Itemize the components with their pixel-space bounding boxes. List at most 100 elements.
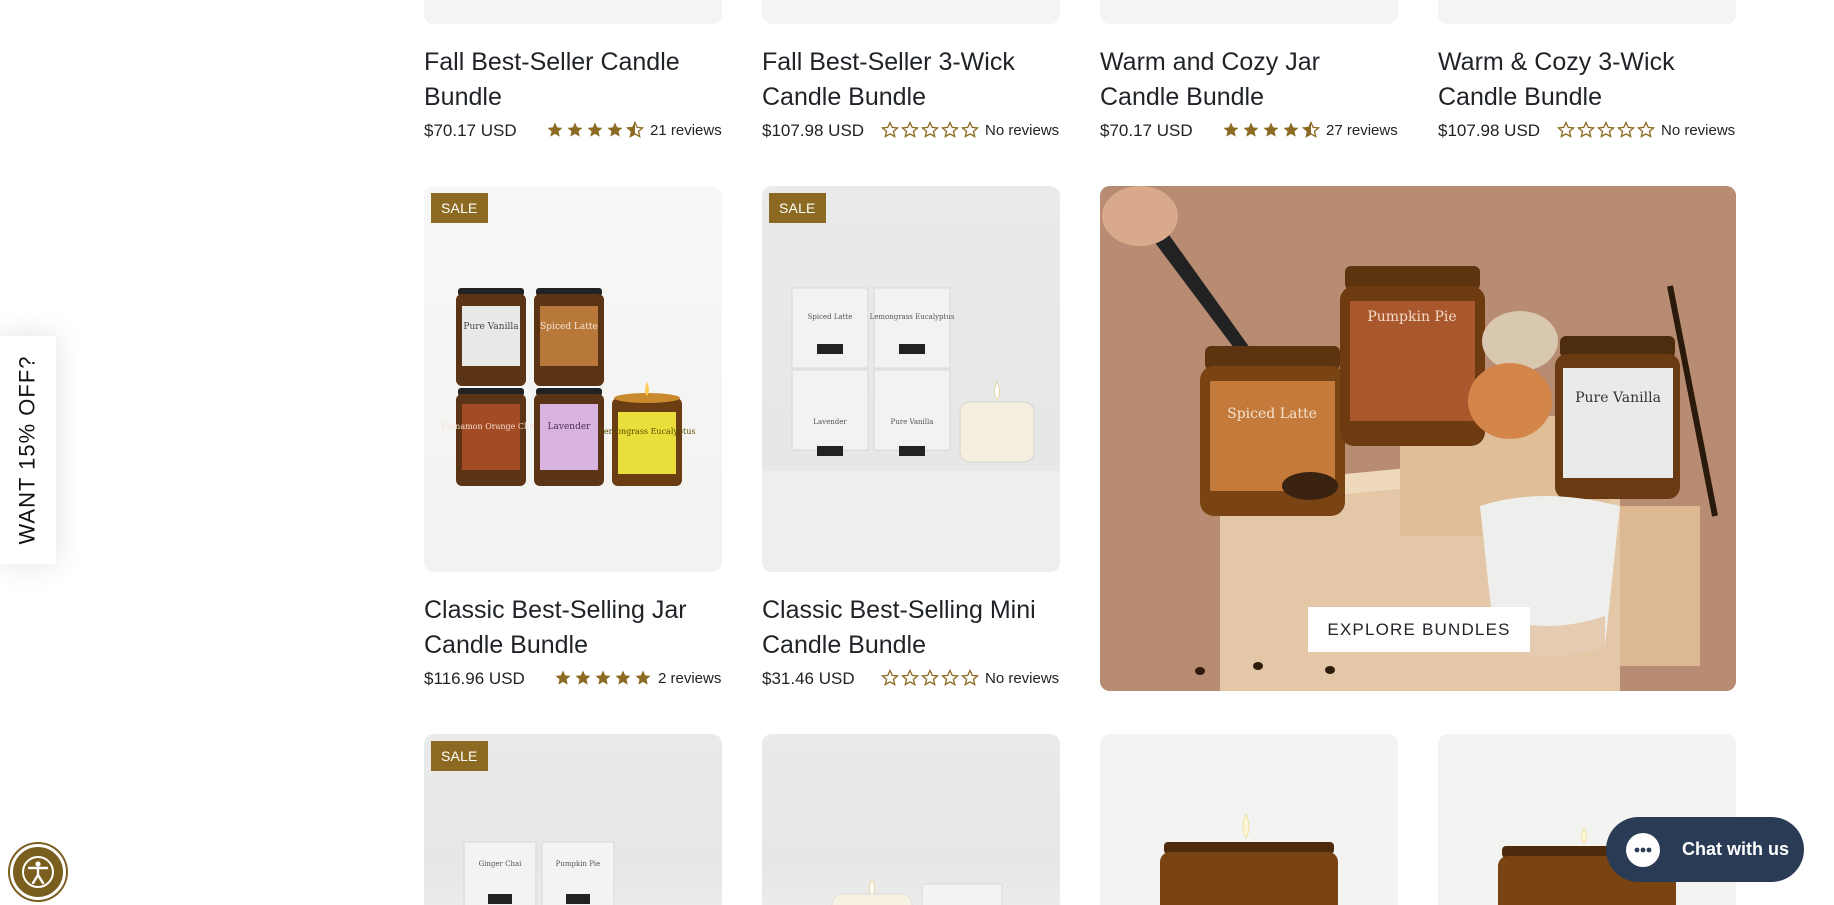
star-icon bbox=[615, 670, 631, 685]
stars bbox=[1557, 121, 1655, 139]
product-title-line: Candle Bundle bbox=[762, 83, 927, 111]
star-rating[interactable]: No reviews bbox=[881, 669, 1059, 687]
star-icon bbox=[901, 121, 919, 138]
star-icon bbox=[607, 122, 623, 137]
mini-candle-illustration bbox=[831, 877, 1003, 905]
product-title[interactable]: Fall Best-Seller Candle Bundle bbox=[424, 45, 680, 115]
explore-bundles-button[interactable]: EXPLORE BUNDLES bbox=[1308, 607, 1530, 652]
star-icon bbox=[881, 121, 899, 138]
svg-text:Pure Vanilla: Pure Vanilla bbox=[463, 322, 519, 332]
product-image-partial[interactable] bbox=[1100, 0, 1398, 24]
review-count: No reviews bbox=[985, 121, 1060, 139]
sale-badge: SALE bbox=[431, 741, 488, 771]
product-image-partial[interactable] bbox=[1438, 0, 1736, 24]
svg-text:Pure Vanilla: Pure Vanilla bbox=[1575, 390, 1661, 406]
mini-candle-boxes-illustration: Spiced Latte Lemongrass Eucalyptus Laven… bbox=[762, 287, 1060, 572]
stars bbox=[1222, 121, 1320, 139]
product-title-line: Candle Bundle bbox=[1100, 83, 1265, 111]
stars bbox=[881, 121, 979, 139]
review-count: 27 reviews bbox=[1326, 121, 1398, 139]
star-icon bbox=[1557, 121, 1575, 138]
product-title[interactable]: Warm & Cozy 3-Wick Candle Bundle bbox=[1438, 45, 1675, 115]
review-count: No reviews bbox=[985, 669, 1060, 687]
star-rating[interactable]: 27 reviews bbox=[1222, 121, 1398, 139]
product-title-line: Fall Best-Seller 3-Wick bbox=[762, 48, 1015, 76]
star-icon bbox=[921, 121, 939, 138]
svg-text:Pumpkin Pie: Pumpkin Pie bbox=[556, 860, 601, 868]
svg-text:Lavender: Lavender bbox=[813, 418, 847, 426]
star-rating[interactable]: 2 reviews bbox=[554, 669, 721, 687]
svg-text:Lavender: Lavender bbox=[548, 422, 592, 432]
chat-bubble-icon bbox=[1626, 832, 1660, 867]
product-price: $116.96 USD bbox=[424, 669, 525, 688]
star-rating[interactable]: No reviews bbox=[881, 121, 1059, 139]
review-count: No reviews bbox=[1661, 121, 1736, 139]
star-icon bbox=[567, 122, 583, 137]
product-image[interactable]: Ginger Chai Pumpkin Pie SALE bbox=[424, 734, 722, 905]
product-title[interactable]: Warm and Cozy Jar Candle Bundle bbox=[1100, 45, 1320, 115]
star-icon bbox=[1223, 122, 1239, 137]
product-title-line: Classic Best-Selling Mini bbox=[762, 596, 1036, 624]
star-icon bbox=[1243, 122, 1259, 137]
product-title-line: Candle Bundle bbox=[762, 631, 927, 659]
svg-text:Spiced Latte: Spiced Latte bbox=[1227, 406, 1317, 422]
star-icon bbox=[555, 670, 571, 685]
star-icon bbox=[1283, 122, 1299, 137]
svg-text:Cinnamon Orange Clove: Cinnamon Orange Clove bbox=[441, 422, 541, 431]
product-title[interactable]: Classic Best-Selling Jar Candle Bundle bbox=[424, 593, 687, 663]
product-image-partial[interactable] bbox=[762, 0, 1060, 24]
star-icon bbox=[941, 669, 959, 686]
product-image[interactable]: Spiced Latte Lemongrass Eucalyptus Laven… bbox=[762, 186, 1060, 572]
star-icon bbox=[1617, 121, 1635, 138]
accessibility-button[interactable] bbox=[10, 844, 66, 900]
product-image[interactable]: Pure Vanilla Spiced Latte Cinnamon Orang… bbox=[424, 186, 722, 572]
product-image[interactable] bbox=[762, 734, 1060, 905]
product-title-line: Bundle bbox=[424, 83, 502, 111]
product-price: $31.46 USD bbox=[762, 669, 855, 688]
product-image[interactable] bbox=[1100, 734, 1398, 905]
product-title-line: Candle Bundle bbox=[1438, 83, 1603, 111]
svg-text:Ginger Chai: Ginger Chai bbox=[479, 860, 523, 868]
product-title-line: Classic Best-Selling Jar bbox=[424, 596, 687, 624]
product-price: $70.17 USD bbox=[424, 121, 517, 140]
svg-text:Pure Vanilla: Pure Vanilla bbox=[891, 418, 934, 426]
discount-side-tab[interactable]: WANT 15% OFF? bbox=[0, 336, 56, 564]
sale-badge: SALE bbox=[431, 193, 488, 223]
product-price: $107.98 USD bbox=[1438, 121, 1541, 140]
product-title-line: Warm & Cozy 3-Wick bbox=[1438, 48, 1675, 76]
svg-text:Spiced Latte: Spiced Latte bbox=[540, 322, 598, 332]
star-icon bbox=[626, 121, 644, 138]
review-count: 21 reviews bbox=[650, 121, 722, 139]
svg-text:Lemongrass Eucalyptus: Lemongrass Eucalyptus bbox=[599, 427, 696, 436]
svg-text:Spiced Latte: Spiced Latte bbox=[808, 313, 853, 321]
product-image-partial[interactable] bbox=[424, 0, 722, 24]
product-title[interactable]: Fall Best-Seller 3-Wick Candle Bundle bbox=[762, 45, 1015, 115]
star-icon bbox=[1302, 121, 1320, 138]
star-icon bbox=[921, 669, 939, 686]
svg-text:Lemongrass Eucalyptus: Lemongrass Eucalyptus bbox=[870, 313, 955, 321]
star-icon bbox=[1597, 121, 1615, 138]
star-rating[interactable]: No reviews bbox=[1557, 121, 1735, 139]
star-icon bbox=[881, 669, 899, 686]
star-icon bbox=[1577, 121, 1595, 138]
candle-jars-illustration: Pure Vanilla Spiced Latte Cinnamon Orang… bbox=[441, 288, 696, 486]
discount-tab-label: WANT 15% OFF? bbox=[15, 355, 41, 545]
stars bbox=[554, 669, 652, 687]
product-title-line: Candle Bundle bbox=[424, 631, 589, 659]
product-title-line: Warm and Cozy Jar bbox=[1100, 48, 1320, 76]
chat-label: Chat with us bbox=[1682, 839, 1789, 859]
candle-jar-illustration bbox=[1160, 812, 1338, 905]
star-icon bbox=[1637, 121, 1655, 138]
star-rating[interactable]: 21 reviews bbox=[546, 121, 722, 139]
stars bbox=[546, 121, 644, 139]
review-count: 2 reviews bbox=[658, 669, 722, 687]
stars bbox=[881, 669, 979, 687]
sale-badge: SALE bbox=[769, 193, 826, 223]
star-icon bbox=[1263, 122, 1279, 137]
star-icon bbox=[961, 669, 979, 686]
product-title-line: Fall Best-Seller Candle bbox=[424, 48, 680, 76]
star-icon bbox=[547, 122, 563, 137]
product-title[interactable]: Classic Best-Selling Mini Candle Bundle bbox=[762, 593, 1036, 663]
chat-button[interactable]: Chat with us bbox=[1606, 817, 1804, 882]
star-icon bbox=[575, 670, 591, 685]
